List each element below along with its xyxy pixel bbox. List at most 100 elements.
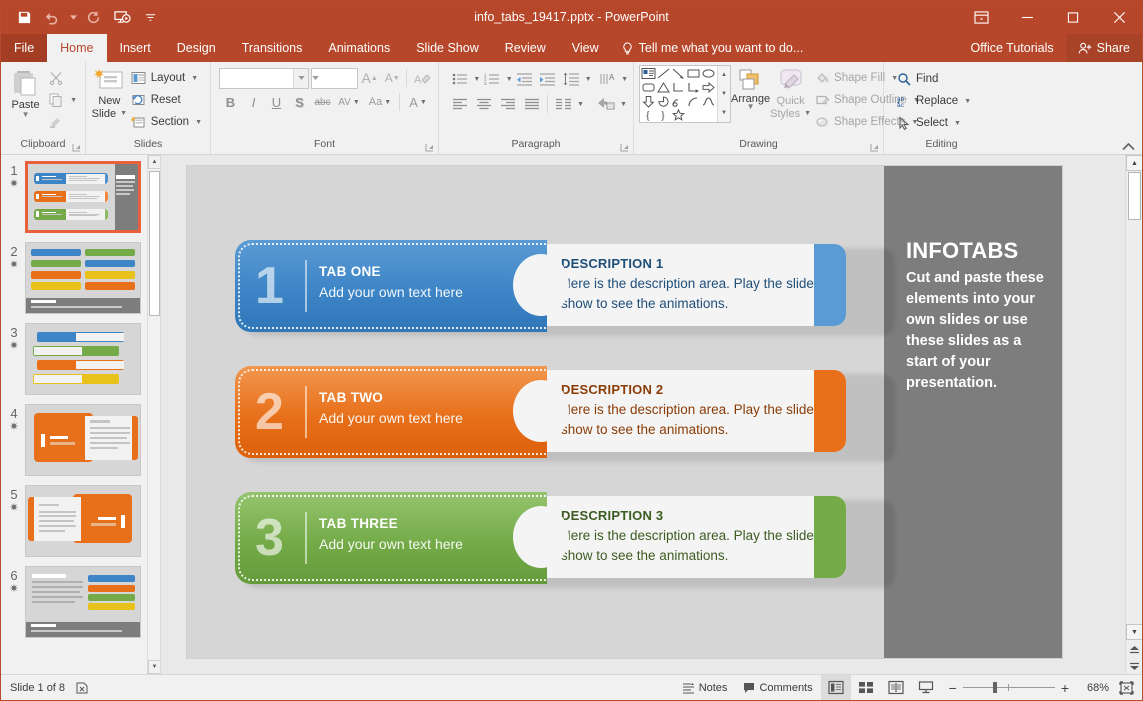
office-tutorials-link[interactable]: Office Tutorials [959, 34, 1066, 62]
decrease-indent-button[interactable] [513, 68, 536, 90]
shapes-gallery[interactable]: { } ▲ ▼ ▼ [639, 65, 731, 123]
maximize-icon[interactable] [1050, 1, 1096, 34]
shape-rounded-rectangle-icon[interactable] [641, 81, 656, 95]
line-spacing-button[interactable] [559, 68, 582, 90]
tab-1-description-panel[interactable]: DESCRIPTION 1 Here is the description ar… [540, 244, 846, 326]
thumbnail-image[interactable] [25, 566, 141, 638]
minimize-icon[interactable] [1004, 1, 1050, 34]
bold-button[interactable]: B [219, 91, 242, 113]
shape-scribble-icon[interactable] [671, 94, 686, 108]
shape-right-brace-icon[interactable]: } [656, 108, 671, 121]
thumbnail-scrollbar-thumb[interactable] [149, 171, 160, 316]
editor-scroll-down-icon[interactable]: ▼ [1126, 624, 1142, 640]
shape-elbow-connector-icon[interactable] [671, 81, 686, 95]
paragraph-dialog-launcher[interactable] [620, 143, 629, 152]
thumbnail-image[interactable] [25, 242, 141, 314]
zoom-out-button[interactable]: − [949, 680, 957, 696]
text-direction-dropdown-icon[interactable]: ▼ [621, 76, 628, 83]
paste-button[interactable]: Paste ▼ [6, 65, 45, 118]
undo-icon[interactable] [39, 6, 65, 30]
thumbnail-image[interactable] [25, 485, 141, 557]
share-button[interactable]: Share [1066, 34, 1142, 62]
quick-styles-button[interactable]: Quick Styles ▼ [770, 65, 811, 120]
tab-insert[interactable]: Insert [107, 34, 164, 62]
center-button[interactable] [472, 93, 496, 115]
underline-button[interactable]: U [265, 91, 288, 113]
shapes-more-icon[interactable]: ▼ [718, 103, 730, 122]
increase-indent-button[interactable] [536, 68, 559, 90]
redo-icon[interactable] [81, 6, 107, 30]
shapes-scroll-down-icon[interactable]: ▼ [718, 85, 730, 104]
font-color-button[interactable]: A ▼ [403, 91, 433, 113]
tab-home[interactable]: Home [47, 34, 106, 62]
undo-dropdown-icon[interactable] [67, 6, 79, 30]
select-dropdown-icon[interactable]: ▼ [954, 120, 961, 127]
shape-oval-icon[interactable] [701, 67, 716, 81]
decrease-font-size-button[interactable]: A▼ [381, 67, 404, 89]
tab-review[interactable]: Review [492, 34, 559, 62]
shape-line-icon[interactable] [656, 67, 671, 81]
new-slide-button[interactable]: New Slide ▼ [91, 65, 128, 120]
columns-button[interactable] [551, 93, 575, 115]
reading-view-button[interactable] [881, 675, 911, 700]
comments-button[interactable]: Comments [735, 675, 820, 700]
copy-button[interactable]: ▼ [45, 89, 80, 111]
slide-tab-3[interactable]: DESCRIPTION 3 Here is the description ar… [235, 492, 895, 584]
thumbnail-image[interactable] [25, 323, 141, 395]
numbering-button[interactable]: 123 [480, 68, 503, 90]
tab-3-description-panel[interactable]: DESCRIPTION 3 Here is the description ar… [540, 496, 846, 578]
clear-formatting-button[interactable]: A [410, 67, 433, 89]
previous-slide-icon[interactable] [1126, 641, 1142, 657]
info-panel[interactable]: INFOTABS Cut and paste these elements in… [884, 166, 1062, 658]
shapes-scroll-up-icon[interactable]: ▲ [718, 66, 730, 85]
slide-canvas[interactable]: INFOTABS Cut and paste these elements in… [187, 166, 1062, 658]
numbering-dropdown-icon[interactable]: ▼ [506, 76, 513, 83]
thumbnail-image[interactable] [25, 161, 141, 233]
copy-dropdown-icon[interactable]: ▼ [70, 97, 77, 104]
shape-textbox-icon[interactable] [641, 67, 656, 81]
thumbnail-scrollbar[interactable]: ▲ ▼ [147, 155, 160, 674]
change-case-button[interactable]: Aa ▼ [364, 91, 396, 113]
drawing-dialog-launcher[interactable] [870, 143, 879, 152]
slide-thumbnail-3[interactable]: 3 ✷ [1, 323, 160, 395]
font-name-dropdown-icon[interactable] [293, 69, 308, 88]
find-button[interactable]: Find [893, 68, 974, 90]
format-painter-button[interactable] [45, 111, 80, 133]
clipboard-dialog-launcher[interactable] [72, 143, 81, 152]
bullets-dropdown-icon[interactable]: ▼ [473, 76, 480, 83]
section-button[interactable]: Section ▼ [128, 111, 205, 133]
slide-editor[interactable]: INFOTABS Cut and paste these elements in… [161, 155, 1142, 674]
section-dropdown-icon[interactable]: ▼ [195, 119, 202, 126]
strikethrough-button[interactable]: abc [311, 91, 334, 113]
shape-curve-icon[interactable] [701, 94, 716, 108]
justify-button[interactable] [520, 93, 544, 115]
replace-button[interactable]: abac Replace ▼ [893, 90, 974, 112]
thumbnail-image[interactable] [25, 404, 141, 476]
editor-scroll-up-icon[interactable]: ▲ [1126, 155, 1142, 171]
slide-tab-2[interactable]: DESCRIPTION 2 Here is the description ar… [235, 366, 895, 458]
italic-button[interactable]: I [242, 91, 265, 113]
slide-tab-1[interactable]: DESCRIPTION 1 Here is the description ar… [235, 240, 895, 332]
shape-arc-icon[interactable] [686, 94, 701, 108]
shape-elbow-arrow-connector-icon[interactable] [686, 81, 701, 95]
line-spacing-dropdown-icon[interactable]: ▼ [585, 76, 592, 83]
paste-dropdown-icon[interactable]: ▼ [22, 111, 30, 118]
shape-pie-icon[interactable] [656, 94, 671, 108]
quick-styles-dropdown-icon[interactable]: ▼ [804, 108, 811, 120]
convert-to-smartart-dropdown-icon[interactable]: ▼ [620, 101, 627, 108]
tab-file[interactable]: File [1, 34, 47, 62]
tab-2-description-panel[interactable]: DESCRIPTION 2 Here is the description ar… [540, 370, 846, 452]
customize-qat-icon[interactable] [137, 6, 163, 30]
editor-scrollbar-thumb[interactable] [1128, 172, 1141, 220]
shape-rectangle-icon[interactable] [686, 67, 701, 81]
select-button[interactable]: Select ▼ [893, 112, 974, 134]
align-left-button[interactable] [448, 93, 472, 115]
tab-slide-show[interactable]: Slide Show [403, 34, 492, 62]
tell-me-box[interactable]: Tell me what you want to do... [612, 34, 814, 62]
slide-thumbnail-2[interactable]: 2 ✷ [1, 242, 160, 314]
font-name-input[interactable] [219, 68, 309, 89]
shape-star-icon[interactable] [671, 108, 686, 121]
notes-button[interactable]: Notes [674, 675, 736, 700]
shape-arrow-icon[interactable] [671, 67, 686, 81]
editor-vertical-scrollbar[interactable]: ▲ ▼ [1125, 155, 1142, 674]
